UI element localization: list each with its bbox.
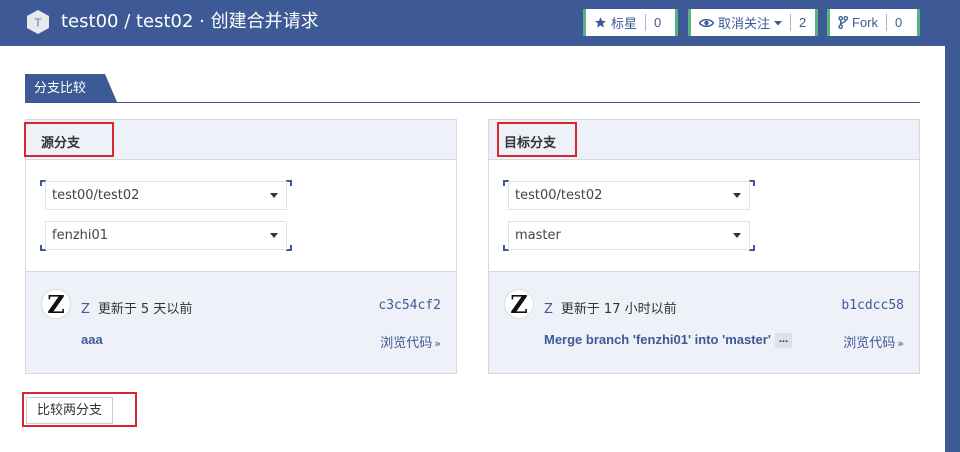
fork-label: Fork xyxy=(852,15,878,30)
eye-icon xyxy=(699,18,714,27)
source-branch-select[interactable]: fenzhi01 xyxy=(45,221,287,250)
commit-author[interactable]: Z xyxy=(81,302,90,317)
caret-down-icon xyxy=(733,233,741,238)
commit-sha-link[interactable]: b1cdcc58 xyxy=(841,298,904,313)
browse-code-label: 浏览代码 xyxy=(843,336,896,351)
commit-sha-link[interactable]: c3c54cf2 xyxy=(378,298,441,313)
target-repo-value: test00/test02 xyxy=(515,188,603,203)
caret-down-icon xyxy=(733,193,741,198)
highlight-box xyxy=(497,122,577,157)
browse-code-link[interactable]: 浏览代码» xyxy=(380,332,441,351)
source-branch-value: fenzhi01 xyxy=(52,228,109,243)
commit-message-link[interactable]: Merge branch 'fenzhi01' into 'master' xyxy=(544,332,771,347)
star-count: 0 xyxy=(654,15,662,30)
caret-down-icon xyxy=(270,193,278,198)
caret-down-icon xyxy=(270,233,278,238)
source-commit-meta: Z 更新于 5 天以前 xyxy=(81,298,192,317)
commit-updated-label: 更新于 xyxy=(560,302,600,317)
source-branch-select-wrap: fenzhi01 xyxy=(40,220,292,251)
repo-avatar-icon: T xyxy=(27,10,49,34)
target-branch-panel: 目标分支 test00/test02 master Z Z 更新于 17 小时以前 … xyxy=(488,119,920,374)
fork-icon xyxy=(838,16,848,29)
target-repo-select[interactable]: test00/test02 xyxy=(508,181,750,210)
tab-bar: 分支比较 xyxy=(25,74,920,103)
commit-updated-label: 更新于 xyxy=(97,302,137,317)
double-chevron-right-icon: » xyxy=(434,337,441,350)
repo-header: T test00 / test02 · 创建合并请求 标星 0 取消关注 2 F… xyxy=(0,0,960,46)
commit-author[interactable]: Z xyxy=(544,302,553,317)
target-branch-value: master xyxy=(515,228,561,243)
fork-count: 0 xyxy=(895,15,903,30)
target-repo-select-wrap: test00/test02 xyxy=(503,180,755,211)
caret-down-icon xyxy=(774,20,783,25)
commit-time: 17 小时以前 xyxy=(603,302,677,317)
source-commit-info: Z Z 更新于 5 天以前 c3c54cf2 aaa 浏览代码» xyxy=(26,271,456,373)
commit-message-expand-button[interactable]: ... xyxy=(774,333,793,349)
target-commit-meta: Z 更新于 17 小时以前 xyxy=(544,298,677,317)
source-repo-value: test00/test02 xyxy=(52,188,140,203)
target-commit-info: Z Z 更新于 17 小时以前 b1cdcc58 Merge branch 'fen… xyxy=(489,271,919,373)
source-repo-select-wrap: test00/test02 xyxy=(40,180,292,211)
watch-button[interactable]: 取消关注 2 xyxy=(688,9,818,36)
browse-code-label: 浏览代码 xyxy=(380,336,433,351)
target-branch-select-wrap: master xyxy=(503,220,755,251)
watch-label: 取消关注 xyxy=(718,16,771,31)
avatar[interactable]: Z xyxy=(41,289,71,319)
highlight-box xyxy=(22,392,137,427)
commit-message-line: Merge branch 'fenzhi01' into 'master'... xyxy=(544,332,793,349)
page-title: test00 / test02 · 创建合并请求 xyxy=(61,11,319,32)
star-label: 标星 xyxy=(611,16,638,31)
commit-time: 5 天以前 xyxy=(140,302,193,317)
repo-avatar-letter: T xyxy=(34,17,42,30)
right-edge-stripe xyxy=(945,46,960,452)
watch-count: 2 xyxy=(799,15,807,30)
star-button[interactable]: 标星 0 xyxy=(583,9,678,36)
star-icon xyxy=(595,17,606,28)
avatar[interactable]: Z xyxy=(504,289,534,319)
fork-button[interactable]: Fork 0 xyxy=(827,9,920,36)
target-branch-select[interactable]: master xyxy=(508,221,750,250)
source-branch-panel: 源分支 test00/test02 fenzhi01 Z Z 更新于 5 天以前 c… xyxy=(24,119,457,374)
highlight-box xyxy=(24,122,114,157)
tab-branch-compare[interactable]: 分支比较 xyxy=(25,74,117,102)
commit-message-link[interactable]: aaa xyxy=(81,332,103,347)
browse-code-link[interactable]: 浏览代码» xyxy=(843,332,904,351)
source-repo-select[interactable]: test00/test02 xyxy=(45,181,287,210)
double-chevron-right-icon: » xyxy=(897,337,904,350)
